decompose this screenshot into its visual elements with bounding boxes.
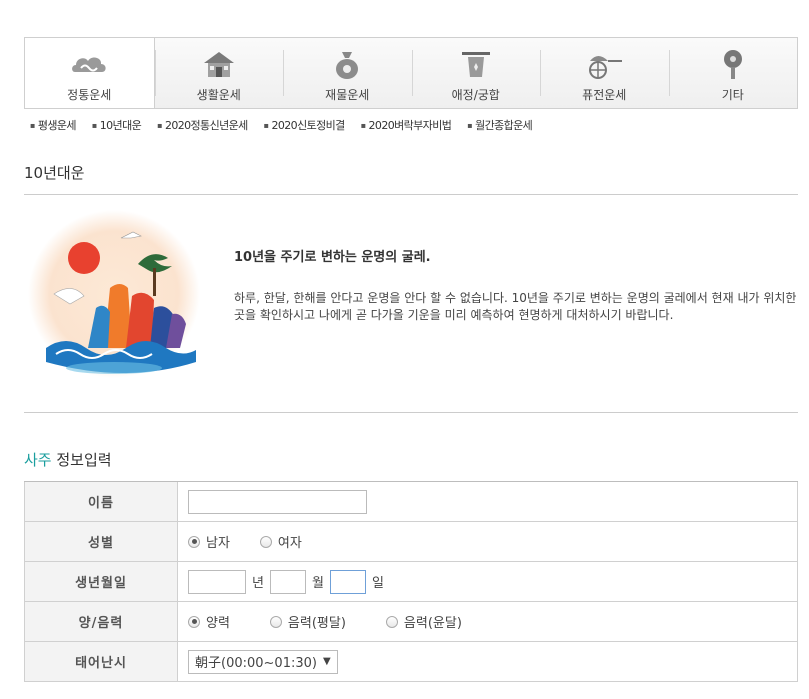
- submenu-item-newyear[interactable]: 2020정통신년운세: [157, 117, 248, 133]
- submenu-item-monthly[interactable]: 월간종합운세: [467, 117, 533, 133]
- calendar-label: 양/음력: [25, 602, 178, 641]
- submenu-item-rich[interactable]: 2020벼락부자비법: [361, 117, 452, 133]
- calendar-lunar-leap-radio[interactable]: 음력(윤달): [385, 612, 462, 631]
- tab-fusion[interactable]: 퓨전운세: [540, 38, 669, 108]
- intro-description: 하루, 한달, 한해를 안다고 운명을 안다 할 수 없습니다. 10년을 주기…: [234, 291, 797, 322]
- month-unit: 월: [311, 576, 324, 591]
- calendar-solar-radio[interactable]: 양력: [188, 612, 230, 631]
- form-title-rest: 정보입력: [51, 451, 112, 469]
- tab-label: 재물운세: [325, 88, 370, 102]
- calendar-lunar-normal-label: 음력(평달): [287, 616, 346, 631]
- saju-info-form: 이름 성별 남자 여자 생년월일 년 월 일 양/음력 양력 음력(평달) 음력…: [24, 481, 798, 682]
- birth-year-input[interactable]: [188, 569, 246, 594]
- form-row-birthtime: 태어난시 朝子(00:00~01:30) ▼: [24, 642, 798, 682]
- radio-unselected-icon: [269, 615, 282, 628]
- tab-label: 생활운세: [196, 88, 241, 102]
- gender-female-label: 여자: [277, 536, 302, 551]
- tab-traditional[interactable]: 정통운세: [25, 38, 155, 108]
- intro-headline: 10년을 주기로 변하는 운명의 굴레.: [234, 250, 431, 265]
- submenu-item-tojeong[interactable]: 2020신토정비결: [264, 117, 345, 133]
- birth-day-input[interactable]: [329, 569, 366, 594]
- birthtime-label: 태어난시: [25, 642, 178, 681]
- form-title: 사주 정보입력: [24, 449, 112, 470]
- form-row-gender: 성별 남자 여자: [24, 522, 798, 562]
- submenu-item-lifetime[interactable]: 평생운세: [30, 117, 77, 133]
- lantern-icon: [456, 48, 496, 82]
- radio-unselected-icon: [259, 535, 272, 548]
- calendar-lunar-leap-label: 음력(윤달): [403, 616, 462, 631]
- form-row-name: 이름: [24, 482, 798, 522]
- submenu-item-10year[interactable]: 10년대운: [92, 117, 142, 133]
- birthdate-label: 생년월일: [25, 562, 178, 601]
- birthtime-select[interactable]: 朝子(00:00~01:30) ▼: [188, 649, 338, 674]
- form-row-birthdate: 생년월일 년 월 일: [24, 562, 798, 602]
- gender-male-radio[interactable]: 남자: [188, 532, 230, 551]
- page-title: 10년대운: [24, 164, 85, 182]
- tab-love[interactable]: 애정/궁합: [411, 38, 541, 108]
- gender-label: 성별: [25, 522, 178, 561]
- tab-label: 정통운세: [67, 88, 112, 102]
- calendar-lunar-normal-radio[interactable]: 음력(평달): [269, 612, 346, 631]
- sub-menu: 평생운세 10년대운 2020정통신년운세 2020신토정비결 2020벼락부자…: [30, 117, 533, 133]
- category-tabbar: 정통운세 생활운세 재물운세 애정/궁합 퓨전운세 기타: [24, 37, 798, 109]
- tab-wealth[interactable]: 재물운세: [283, 38, 412, 108]
- divider: [24, 194, 798, 195]
- gender-female-radio[interactable]: 여자: [259, 532, 302, 551]
- cloud-icon: [69, 48, 109, 82]
- form-title-accent: 사주: [24, 451, 52, 469]
- radio-selected-icon: [188, 535, 200, 548]
- name-input[interactable]: [188, 489, 367, 514]
- house-icon: [199, 48, 239, 82]
- tab-life[interactable]: 생활운세: [154, 38, 284, 108]
- cart-icon: [584, 48, 624, 82]
- tab-label: 애정/궁합: [451, 88, 500, 102]
- birth-month-input[interactable]: [269, 569, 306, 594]
- fan-icon: [713, 48, 753, 82]
- divider: [24, 412, 798, 413]
- gender-male-label: 남자: [206, 536, 230, 551]
- year-unit: 년: [252, 576, 264, 591]
- radio-selected-icon: [188, 615, 200, 628]
- radio-unselected-icon: [385, 615, 398, 628]
- name-label: 이름: [25, 482, 178, 521]
- tab-etc[interactable]: 기타: [668, 38, 798, 108]
- chevron-down-icon: ▼: [322, 656, 331, 667]
- form-row-calendar: 양/음력 양력 음력(평달) 음력(윤달): [24, 602, 798, 642]
- day-unit: 일: [371, 576, 384, 591]
- money-bag-icon: [327, 48, 367, 82]
- fortune-illustration: [26, 208, 202, 380]
- birthtime-value: 朝子(00:00~01:30): [195, 656, 317, 671]
- tab-label: 퓨전운세: [582, 88, 627, 102]
- tab-label: 기타: [721, 88, 744, 102]
- calendar-solar-label: 양력: [206, 616, 230, 631]
